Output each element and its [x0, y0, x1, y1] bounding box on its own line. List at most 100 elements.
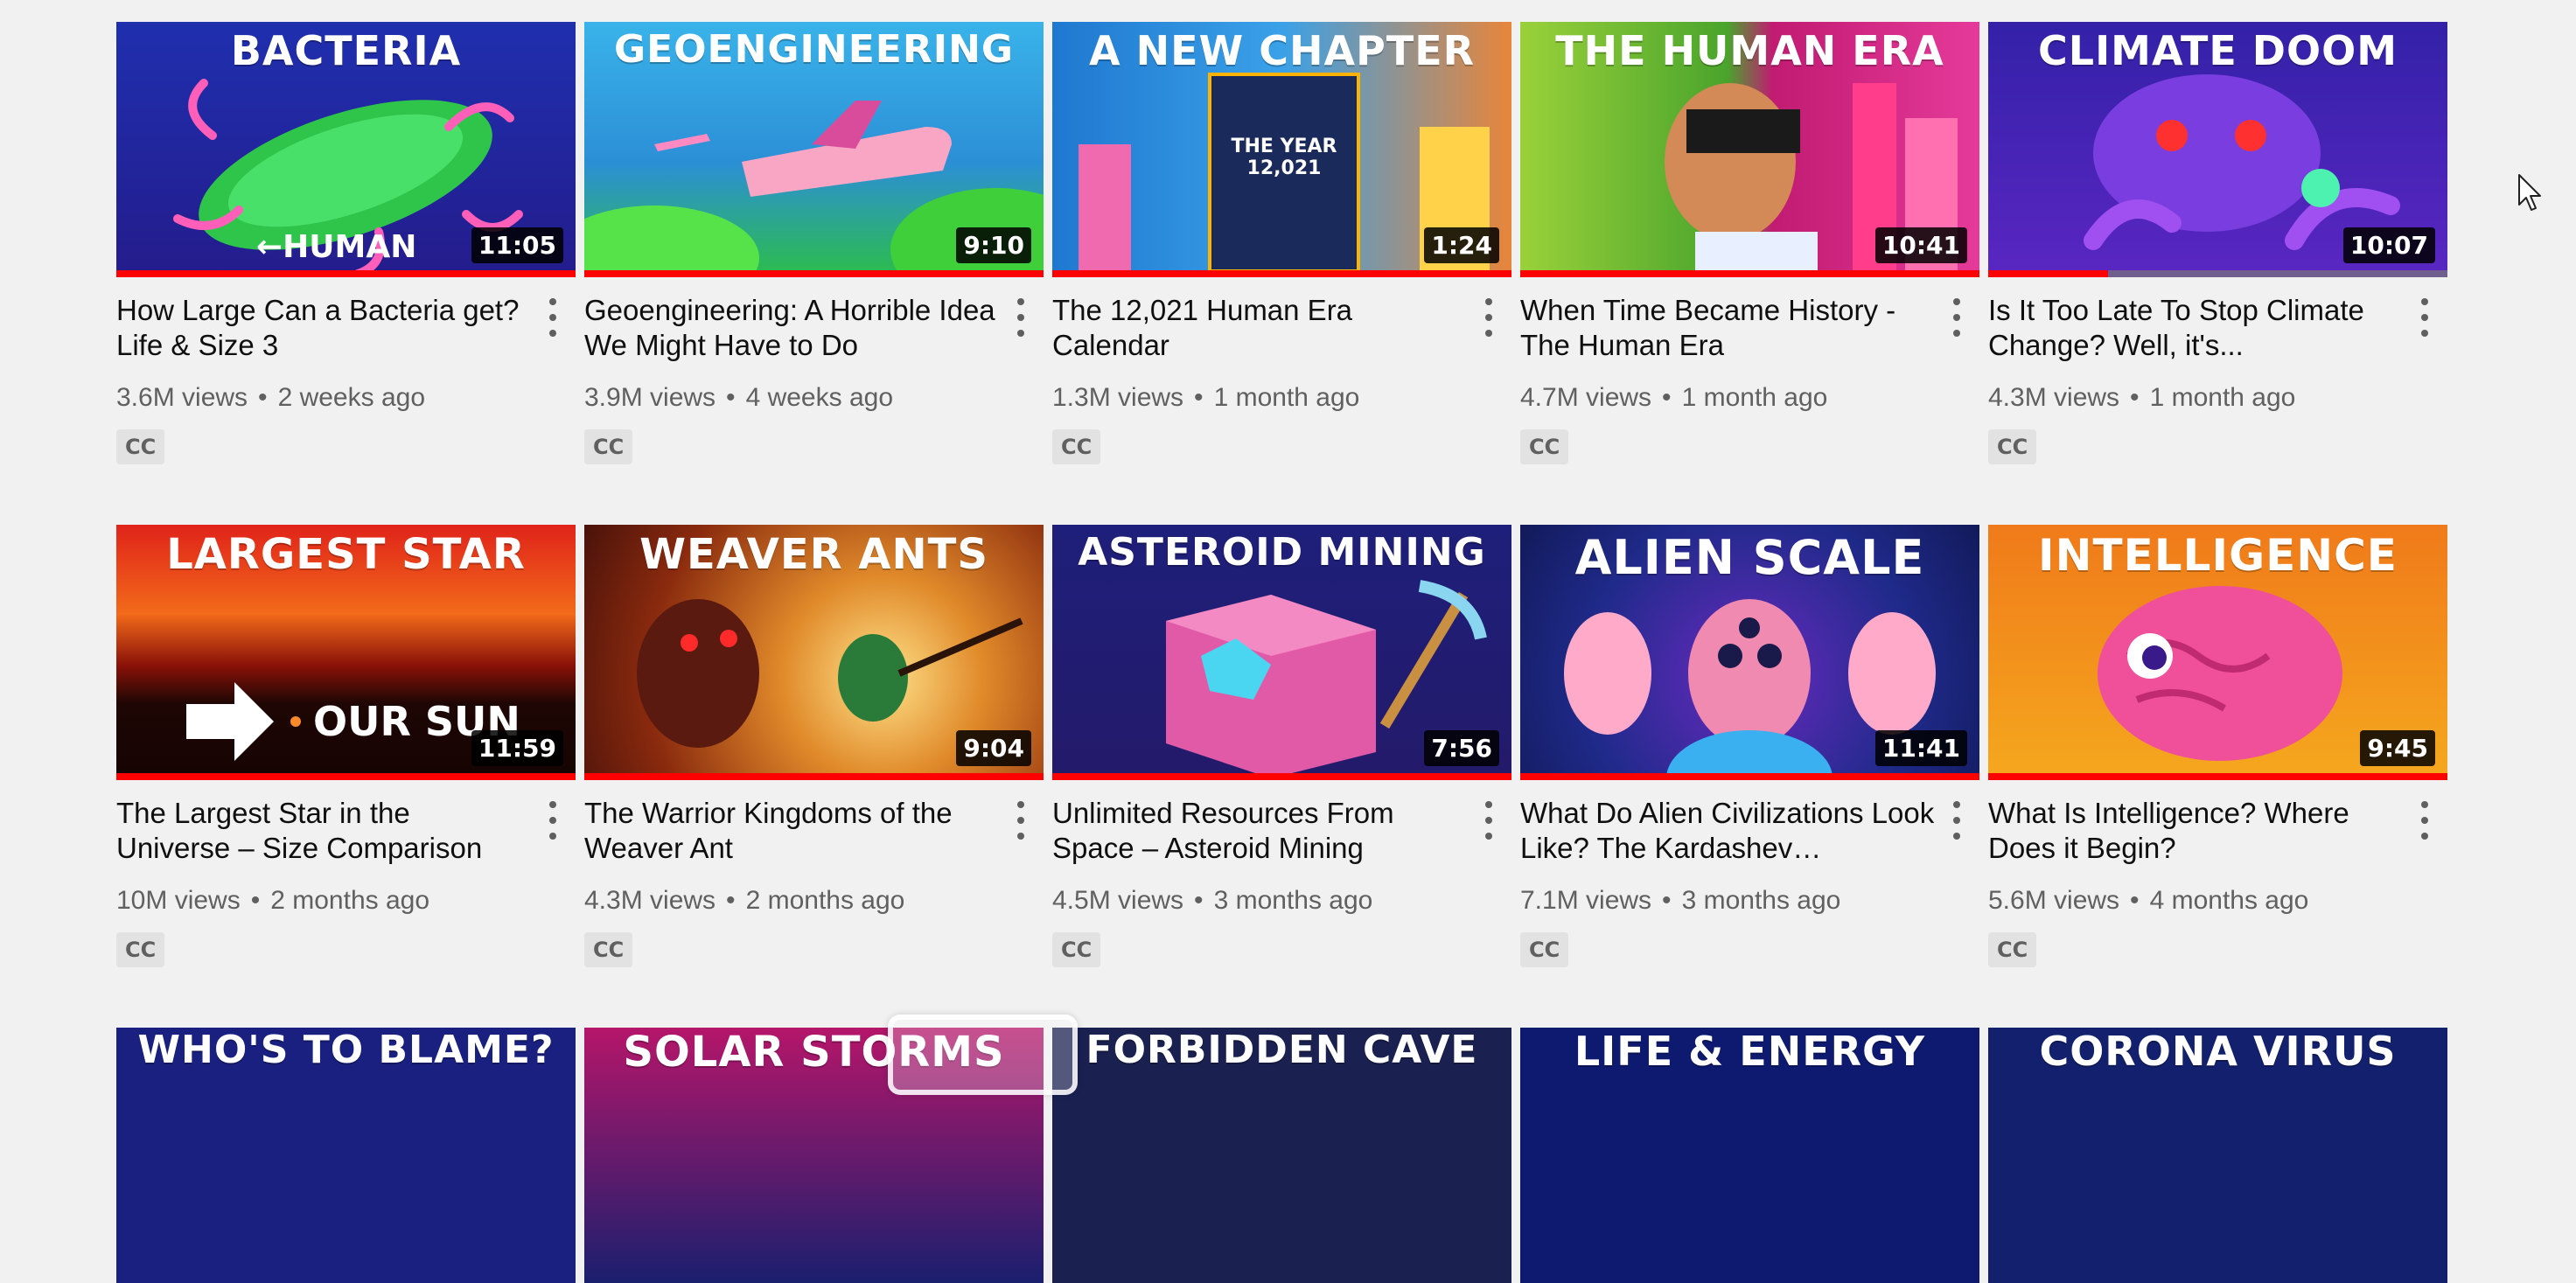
video-duration: 9:10: [956, 227, 1031, 263]
video-card[interactable]: ASTEROID MINING 7:56 Unlimited Resources…: [1052, 525, 1511, 967]
video-duration: 11:05: [471, 227, 563, 263]
cc-badge: CC: [1520, 429, 1569, 464]
cc-badge: CC: [116, 932, 165, 967]
watch-progress-bar: [1052, 270, 1511, 277]
video-card[interactable]: LARGEST STAR OUR SUN 11:59 The Largest S…: [116, 525, 576, 967]
more-actions-icon[interactable]: [548, 801, 558, 840]
video-thumbnail[interactable]: LARGEST STAR OUR SUN 11:59: [116, 525, 576, 780]
video-thumbnail[interactable]: CORONA VIRUS: [1988, 1028, 2447, 1283]
more-actions-icon[interactable]: [548, 298, 558, 337]
video-stats: 4.5M views • 3 months ago: [1052, 885, 1468, 917]
video-card[interactable]: CORONA VIRUS: [1988, 1028, 2447, 1283]
video-card[interactable]: GEOENGINEERING 9:10 Geoengineering: A Ho…: [584, 22, 1044, 464]
more-actions-icon[interactable]: [1951, 801, 1962, 840]
thumbnail-title: A NEW CHAPTER: [1088, 27, 1476, 74]
video-title[interactable]: What Is Intelligence? Where Does it Begi…: [1988, 796, 2404, 866]
video-thumbnail[interactable]: THE HUMAN ERA 10:41: [1520, 22, 1979, 277]
video-card[interactable]: LIFE & ENERGY: [1520, 1028, 1979, 1283]
video-thumbnail[interactable]: GEOENGINEERING 9:10: [584, 22, 1044, 277]
view-count: 4.3M views: [1988, 383, 2120, 412]
video-thumbnail[interactable]: WEAVER ANTS 9:04: [584, 525, 1044, 780]
upload-age: 3 months ago: [1213, 886, 1373, 915]
mouse-cursor-icon: [2518, 174, 2541, 211]
separator-dot: •: [1662, 383, 1672, 412]
thumbnail-title: CLIMATE DOOM: [2038, 27, 2398, 74]
thumbnail-title: THE HUMAN ERA: [1555, 27, 1944, 74]
video-thumbnail[interactable]: LIFE & ENERGY: [1520, 1028, 1979, 1283]
video-thumbnail[interactable]: WHO'S TO BLAME?: [116, 1028, 576, 1283]
cc-badge: CC: [1520, 932, 1569, 967]
upload-age: 2 months ago: [270, 886, 430, 915]
thumbnail-subtitle: THE YEAR 12,021: [1231, 136, 1337, 179]
video-thumbnail[interactable]: ALIEN SCALE 11:41: [1520, 525, 1979, 780]
video-title[interactable]: When Time Became History - The Human Era: [1520, 293, 1936, 363]
upload-age: 2 months ago: [745, 886, 905, 915]
more-actions-icon[interactable]: [1951, 298, 1962, 337]
more-actions-icon[interactable]: [1016, 801, 1026, 840]
thumbnail-title: LIFE & ENERGY: [1574, 1028, 1926, 1075]
view-count: 3.6M views: [116, 383, 248, 412]
video-card[interactable]: BACTERIA ←HUMAN 11:05 How Large Can a Ba…: [116, 22, 576, 464]
video-title[interactable]: Unlimited Resources From Space – Asteroi…: [1052, 796, 1468, 866]
upload-age: 1 month ago: [1681, 383, 1828, 412]
video-stats: 4.3M views • 1 month ago: [1988, 382, 2404, 414]
view-count: 4.5M views: [1052, 886, 1184, 915]
video-stats: 1.3M views • 1 month ago: [1052, 382, 1468, 414]
video-title[interactable]: What Do Alien Civilizations Look Like? T…: [1520, 796, 1936, 866]
video-title[interactable]: The 12,021 Human Era Calendar: [1052, 293, 1468, 363]
video-stats: 5.6M views • 4 months ago: [1988, 885, 2404, 917]
video-card[interactable]: THE HUMAN ERA 10:41 When Time Became His…: [1520, 22, 1979, 464]
cc-badge: CC: [1988, 932, 2037, 967]
cc-badge: CC: [584, 932, 633, 967]
thumbnail-title: BACTERIA: [230, 27, 462, 74]
video-card[interactable]: A NEW CHAPTER THE YEAR 12,021 1:24 The 1…: [1052, 22, 1511, 464]
video-title[interactable]: Is It Too Late To Stop Climate Change? W…: [1988, 293, 2404, 363]
video-thumbnail[interactable]: A NEW CHAPTER THE YEAR 12,021 1:24: [1052, 22, 1511, 277]
thumbnail-title: WHO'S TO BLAME?: [137, 1028, 555, 1072]
watch-progress-bar: [1520, 270, 1979, 277]
video-duration: 11:41: [1874, 730, 1967, 766]
thumbnail-title: FORBIDDEN CAVE: [1086, 1028, 1478, 1072]
watch-progress-bar: [1520, 773, 1979, 780]
video-thumbnail[interactable]: FORBIDDEN CAVE: [1052, 1028, 1511, 1283]
thumbnail-title: CORONA VIRUS: [2039, 1028, 2397, 1075]
upload-age: 2 weeks ago: [277, 383, 426, 412]
video-title[interactable]: The Largest Star in the Universe – Size …: [116, 796, 532, 866]
video-thumbnail[interactable]: INTELLIGENCE 9:45: [1988, 525, 2447, 780]
more-actions-icon[interactable]: [1483, 801, 1494, 840]
upload-age: 1 month ago: [2149, 383, 2296, 412]
more-actions-icon[interactable]: [1016, 298, 1026, 337]
thumbnail-title: LARGEST STAR: [166, 530, 526, 579]
separator-dot: •: [2130, 886, 2140, 915]
video-card[interactable]: INTELLIGENCE 9:45 What Is Intelligence? …: [1988, 525, 2447, 967]
thumbnail-title: WEAVER ANTS: [639, 530, 988, 579]
upload-age: 4 months ago: [2149, 886, 2309, 915]
more-actions-icon[interactable]: [2419, 298, 2430, 337]
video-card[interactable]: WEAVER ANTS 9:04 The Warrior Kingdoms of…: [584, 525, 1044, 967]
video-thumbnail[interactable]: BACTERIA ←HUMAN 11:05: [116, 22, 576, 277]
video-title[interactable]: The Warrior Kingdoms of the Weaver Ant: [584, 796, 1000, 866]
separator-dot: •: [1194, 886, 1204, 915]
video-thumbnail[interactable]: ASTEROID MINING 7:56: [1052, 525, 1511, 780]
video-card[interactable]: CLIMATE DOOM 10:07 Is It Too Late To Sto…: [1988, 22, 2447, 464]
separator-dot: •: [2130, 383, 2140, 412]
video-card[interactable]: WHO'S TO BLAME?: [116, 1028, 576, 1283]
more-actions-icon[interactable]: [2419, 801, 2430, 840]
video-title[interactable]: Geoengineering: A Horrible Idea We Might…: [584, 293, 1000, 363]
video-card[interactable]: ALIEN SCALE 11:41 What Do Alien Civiliza…: [1520, 525, 1979, 967]
video-stats: 7.1M views • 3 months ago: [1520, 885, 1936, 917]
thumbnail-title: GEOENGINEERING: [613, 27, 1015, 72]
video-duration: 1:24: [1424, 227, 1499, 263]
video-title[interactable]: How Large Can a Bacteria get? Life & Siz…: [116, 293, 532, 363]
video-thumbnail[interactable]: CLIMATE DOOM 10:07: [1988, 22, 2447, 277]
separator-dot: •: [258, 383, 268, 412]
cc-badge: CC: [1052, 932, 1101, 967]
separator-dot: •: [250, 886, 261, 915]
thumbnail-title: ALIEN SCALE: [1574, 530, 1925, 585]
view-count: 3.9M views: [584, 383, 716, 412]
more-actions-icon[interactable]: [1483, 298, 1494, 337]
watch-progress-bar: [584, 773, 1044, 780]
video-card[interactable]: FORBIDDEN CAVE: [1052, 1028, 1511, 1283]
watch-progress-bar: [1988, 270, 2447, 277]
video-stats: 3.9M views • 4 weeks ago: [584, 382, 1000, 414]
